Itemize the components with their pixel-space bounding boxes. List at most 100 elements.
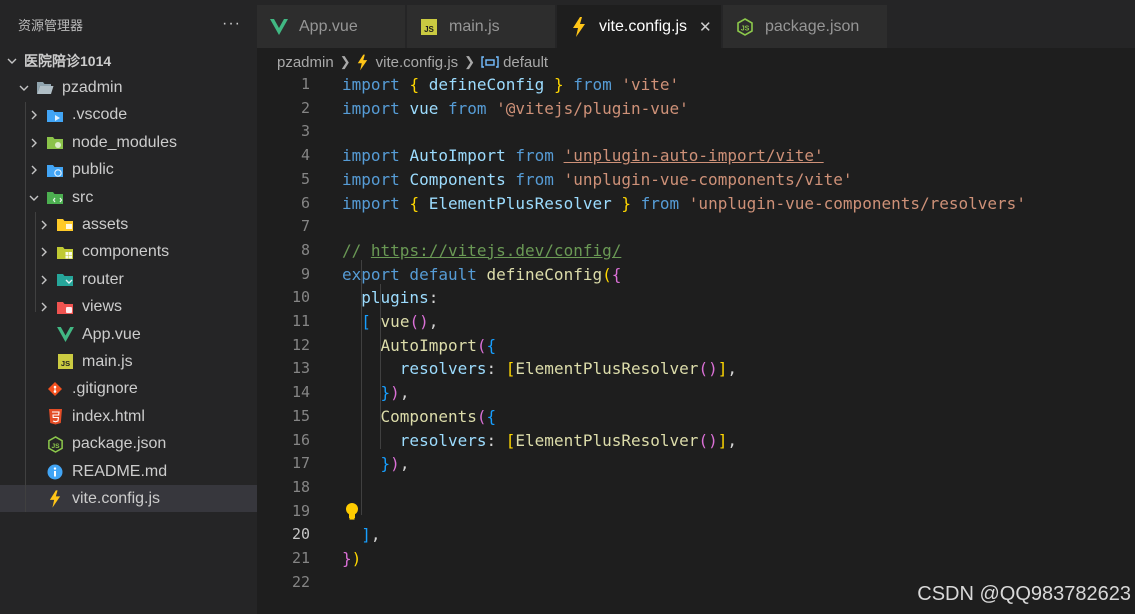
tree-item-label: pzadmin (62, 78, 123, 96)
line-number: 13 (291, 359, 310, 378)
code-token: { (409, 193, 429, 213)
tree-item-pzadmin[interactable]: pzadmin (0, 74, 257, 101)
tree-item-vite-config-js[interactable]: vite.config.js (0, 485, 257, 513)
router-folder-icon (56, 271, 74, 289)
views-folder-icon (56, 298, 74, 316)
line-number: 2 (300, 98, 310, 117)
tree-item-root-folder[interactable]: 医院陪诊1014 (0, 47, 257, 74)
tab-label: App.vue (299, 17, 358, 35)
chevron-down-icon[interactable] (16, 82, 32, 94)
breadcrumb-folder[interactable]: pzadmin (277, 54, 334, 71)
code-token: 'unplugin-auto-import/vite' (563, 146, 824, 166)
tree-item-label: assets (82, 215, 129, 233)
tree-item-components[interactable]: components (0, 239, 257, 266)
chevron-right-icon[interactable] (36, 219, 52, 231)
chevron-right-icon[interactable] (26, 109, 42, 121)
lightbulb-icon[interactable] (345, 502, 359, 524)
tab-package-json[interactable]: JS package.json (723, 5, 888, 48)
code-line[interactable]: resolvers: [ElementPlusResolver()], (342, 429, 737, 453)
code-token: () (698, 359, 718, 379)
tab-vite-config[interactable]: vite.config.js ✕ (557, 5, 722, 48)
close-icon[interactable]: ✕ (699, 18, 712, 36)
svg-text:JS: JS (424, 25, 434, 34)
more-actions-icon[interactable]: ··· (222, 15, 241, 33)
code-line[interactable]: }) (342, 547, 361, 571)
tree-item-package-json[interactable]: JS package.json (0, 431, 257, 458)
code-line[interactable]: Components({ (342, 405, 497, 429)
code-token: , (399, 454, 410, 474)
code-token: } (342, 549, 352, 568)
tree-item-label: public (72, 161, 114, 179)
code-token: ) (390, 383, 400, 403)
code-line[interactable]: resolvers: [ElementPlusResolver()], (342, 357, 737, 381)
tree-item-label: index.html (72, 407, 145, 425)
code-line[interactable]: }), (342, 452, 410, 476)
tree-item-views[interactable]: views (0, 294, 257, 321)
tree-item-public[interactable]: public (0, 157, 257, 184)
chevron-right-icon: ❯ (464, 54, 476, 69)
tab-label: main.js (449, 17, 500, 35)
line-number: 20 (291, 525, 310, 544)
code-line[interactable]: import Components from 'unplugin-vue-com… (342, 168, 853, 192)
line-number: 4 (300, 146, 310, 165)
chevron-down-icon[interactable] (26, 192, 42, 204)
code-line[interactable]: import { ElementPlusResolver } from 'unp… (342, 192, 1026, 216)
tree-item-node-modules[interactable]: node_modules (0, 129, 257, 156)
code-token: from (631, 193, 689, 213)
code-token: from (438, 98, 497, 118)
breadcrumb-symbol[interactable]: default (503, 54, 548, 71)
code-line[interactable]: import AutoImport from 'unplugin-auto-im… (342, 144, 824, 168)
code-token: ElementPlusResolver (428, 193, 622, 213)
tree-item-index-html[interactable]: index.html (0, 403, 257, 430)
chevron-right-icon[interactable] (36, 246, 52, 258)
code-line[interactable]: [ vue(), (342, 310, 438, 334)
code-token: ( (476, 335, 487, 355)
code-line[interactable]: import { defineConfig } from 'vite' (342, 73, 679, 97)
indent-guide (380, 355, 381, 449)
code-token: from (505, 169, 564, 189)
code-line[interactable]: plugins: (342, 286, 438, 310)
breadcrumb-file[interactable]: vite.config.js (376, 54, 459, 71)
json-icon: JS (46, 435, 64, 453)
code-token: https://vitejs.dev/config/ (370, 240, 622, 260)
tab-app-vue[interactable]: App.vue (257, 5, 406, 48)
tree-item-app-vue[interactable]: App.vue (0, 321, 257, 348)
tree-item-readme-md[interactable]: README.md (0, 458, 257, 485)
code-line[interactable]: // https://vitejs.dev/config/ (342, 239, 621, 263)
chevron-right-icon[interactable] (26, 164, 42, 176)
code-line[interactable]: import vue from '@vitejs/plugin-vue' (342, 97, 689, 121)
line-number: 22 (291, 572, 310, 591)
tree-item-main-js[interactable]: JS main.js (0, 348, 257, 375)
code-token: : (486, 430, 506, 450)
chevron-right-icon[interactable] (36, 274, 52, 286)
code-token: { (409, 75, 429, 94)
indent-guide (361, 260, 362, 515)
tree-item-label: .vscode (72, 106, 128, 124)
code-token: AutoImport (409, 146, 506, 166)
code-token: 'unplugin-vue-components/resolvers' (688, 193, 1026, 213)
code-line[interactable]: ], (342, 523, 380, 547)
code-token: } (553, 75, 564, 94)
chevron-right-icon[interactable] (26, 137, 42, 149)
tree-item-router[interactable]: router (0, 266, 257, 293)
code-token: defineConfig (486, 264, 603, 284)
tree-item-vscode[interactable]: .vscode (0, 102, 257, 129)
line-number: 21 (291, 549, 310, 567)
chevron-down-icon[interactable] (4, 55, 20, 67)
chevron-right-icon[interactable] (36, 301, 52, 313)
code-line[interactable]: export default defineConfig({ (342, 263, 621, 287)
tree-item-gitignore[interactable]: .gitignore (0, 376, 257, 403)
tree-item-label: 医院陪诊1014 (24, 52, 112, 69)
tree-item-assets[interactable]: assets (0, 211, 257, 238)
tab-main-js[interactable]: JS main.js (407, 5, 556, 48)
tree-item-src[interactable]: src (0, 184, 257, 211)
code-token: [ (505, 359, 516, 379)
code-line[interactable]: }), (342, 381, 410, 405)
code-editor[interactable]: 1 2 3 4 5 6 7 8 9 10 11 12 13 14 15 16 17 18 19 20 21 22 impo… (257, 72, 1135, 614)
code-token: [ (361, 312, 371, 331)
code-token: AutoImport (380, 335, 477, 355)
chevron-right-icon: ❯ (339, 54, 351, 69)
code-line[interactable]: AutoImport({ (342, 334, 497, 358)
